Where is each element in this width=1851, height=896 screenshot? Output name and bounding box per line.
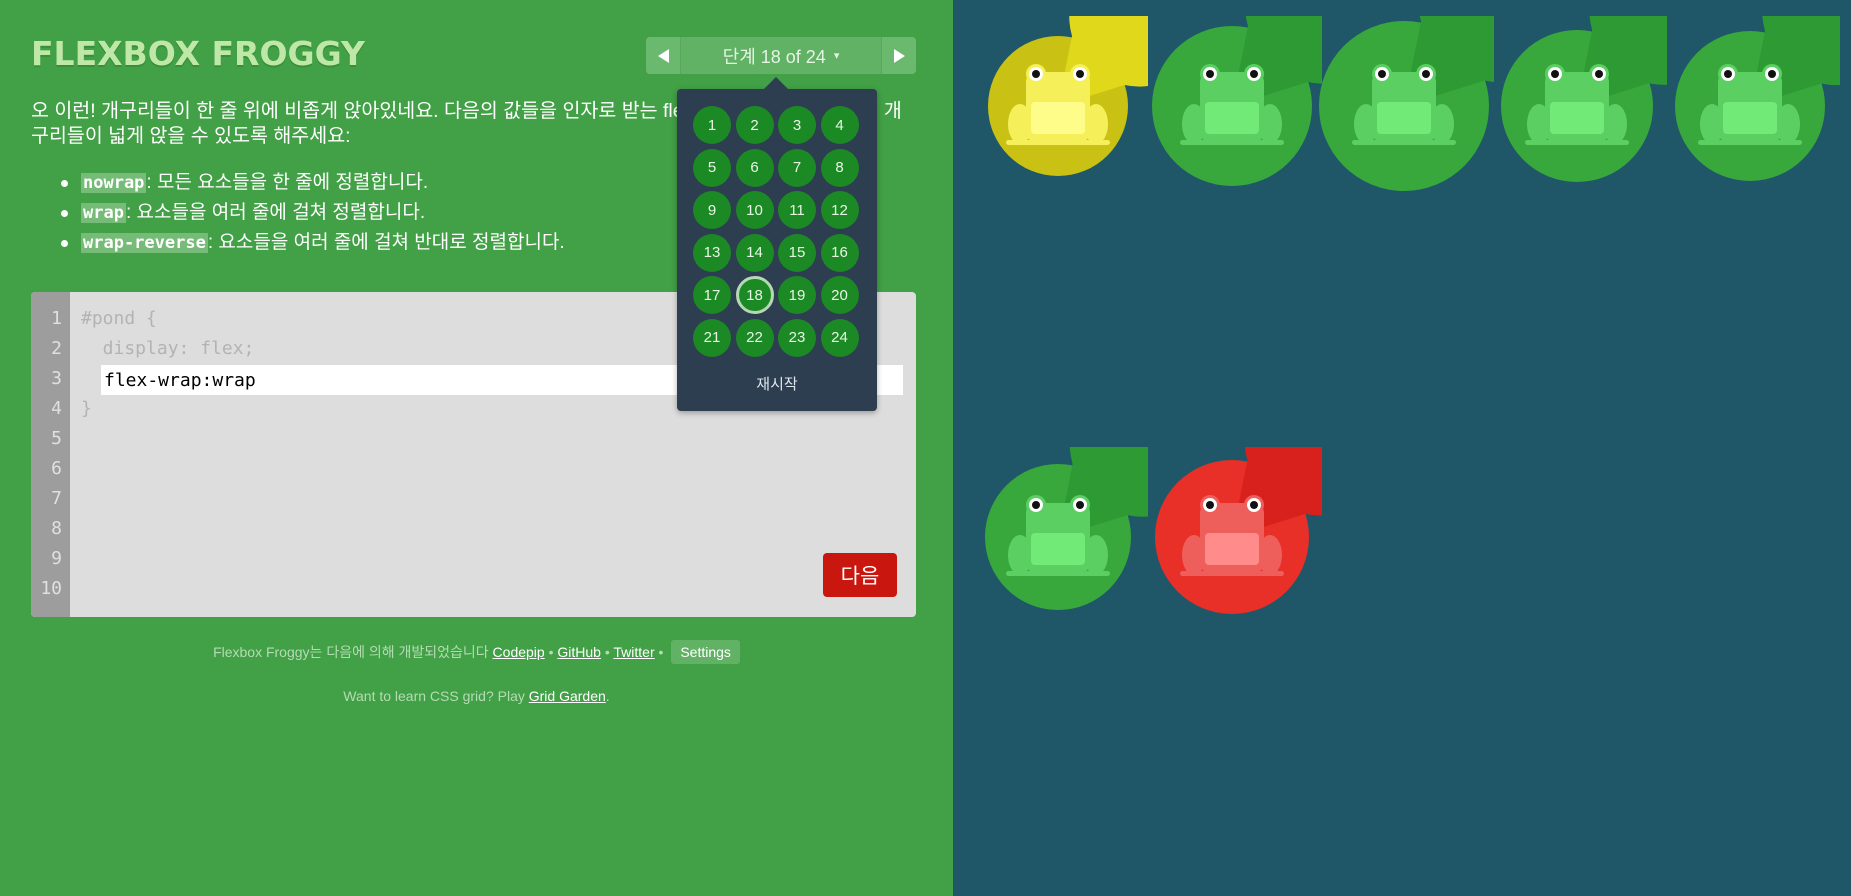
- level-button-7[interactable]: 7: [778, 148, 816, 187]
- credits: Flexbox Froggy는 다음에 의해 개발되었습니다 Codepip •…: [0, 640, 953, 664]
- level-button-3[interactable]: 3: [778, 106, 816, 144]
- rules-list: nowrap: 모든 요소들을 한 줄에 정렬합니다. wrap: 요소들을 여…: [31, 168, 565, 258]
- rule-keyword: nowrap: [81, 173, 147, 193]
- level-button-6[interactable]: 6: [735, 148, 774, 187]
- promo-end: .: [605, 688, 610, 704]
- level-button-11[interactable]: 11: [778, 191, 816, 229]
- level-button-1[interactable]: 1: [693, 106, 731, 144]
- frog-on-lilypad-yellow: [988, 16, 1148, 176]
- settings-button[interactable]: Settings: [671, 640, 740, 664]
- level-button-22[interactable]: 22: [735, 318, 774, 357]
- level-button-9[interactable]: 9: [693, 191, 731, 229]
- rule-keyword: wrap-reverse: [81, 233, 208, 253]
- triangle-left-icon: [657, 48, 669, 63]
- level-button-4[interactable]: 4: [820, 106, 859, 144]
- level-button-12[interactable]: 12: [820, 191, 859, 229]
- rule-keyword: wrap: [81, 203, 126, 223]
- frog-on-lilypad-red: [1155, 447, 1322, 614]
- rule-description: : 요소들을 여러 줄에 걸쳐 반대로 정렬합니다.: [207, 232, 565, 253]
- frog-on-lilypad-green: [985, 447, 1148, 610]
- level-button-19[interactable]: 19: [778, 276, 816, 314]
- level-button-20[interactable]: 20: [820, 276, 859, 314]
- code-line-closing-brace: }: [81, 398, 92, 419]
- next-button[interactable]: 다음: [823, 553, 897, 597]
- level-button-2[interactable]: 2: [735, 106, 774, 144]
- separator: •: [548, 644, 554, 660]
- line-number: 3: [51, 368, 62, 389]
- level-button-14[interactable]: 14: [735, 233, 774, 272]
- code-line-selector: #pond {: [81, 308, 157, 329]
- level-label: 단계 18 of 24: [722, 46, 826, 67]
- app-title: FLEXBOX FROGGY: [31, 34, 365, 73]
- frog-on-lilypad-green: [1152, 16, 1322, 186]
- line-number: 7: [51, 488, 62, 509]
- level-button-5[interactable]: 5: [693, 148, 731, 187]
- frog-on-lilypad-green: [1675, 16, 1840, 181]
- line-number: 6: [51, 458, 62, 479]
- github-link[interactable]: GitHub: [557, 644, 601, 660]
- level-navigation: 단계 18 of 24 ▾: [646, 37, 916, 74]
- levels-popup: 1 2 3 4 5 6 7 8 9 10 11 12 13 14 15 16 17 18 19 20 21 22 23 24 재…: [677, 77, 877, 411]
- separator: •: [658, 644, 664, 660]
- line-number-gutter: 1 2 3 4 5 6 7 8 9 10: [31, 292, 70, 617]
- line-number: 8: [51, 518, 62, 539]
- level-button-17[interactable]: 17: [693, 276, 731, 314]
- rule-description: : 모든 요소들을 한 줄에 정렬합니다.: [146, 172, 429, 193]
- grid-garden-link[interactable]: Grid Garden: [529, 688, 606, 704]
- previous-level-button[interactable]: [646, 37, 681, 74]
- frog-on-lilypad-green: [1319, 16, 1494, 191]
- rule-item: wrap-reverse: 요소들을 여러 줄에 걸쳐 반대로 정렬합니다.: [61, 228, 565, 258]
- next-level-button[interactable]: [881, 37, 916, 74]
- sidebar: FLEXBOX FROGGY 단계 18 of 24 ▾ 오 이런! 개구리들이…: [0, 0, 953, 896]
- triangle-right-icon: [893, 48, 905, 63]
- rule-item: wrap: 요소들을 여러 줄에 걸쳐 정렬합니다.: [61, 198, 565, 228]
- line-number: 2: [51, 338, 62, 359]
- level-button-18[interactable]: 18: [735, 276, 774, 314]
- level-button-24[interactable]: 24: [820, 318, 859, 357]
- twitter-link[interactable]: Twitter: [613, 644, 654, 660]
- level-button-23[interactable]: 23: [778, 318, 816, 357]
- line-number: 1: [51, 308, 62, 329]
- credits-text: Flexbox Froggy는 다음에 의해 개발되었습니다: [213, 644, 489, 660]
- line-number: 10: [40, 578, 62, 599]
- grid-garden-promo: Want to learn CSS grid? Play Grid Garden…: [0, 688, 953, 704]
- pond: [953, 0, 1851, 896]
- promo-text: Want to learn CSS grid? Play: [343, 688, 525, 704]
- rule-item: nowrap: 모든 요소들을 한 줄에 정렬합니다.: [61, 168, 565, 198]
- level-button-8[interactable]: 8: [820, 148, 859, 187]
- level-button-15[interactable]: 15: [778, 233, 816, 272]
- reset-link[interactable]: 재시작: [677, 373, 877, 394]
- caret-down-icon: ▾: [833, 50, 840, 62]
- line-number: 9: [51, 548, 62, 569]
- codepip-link[interactable]: Codepip: [493, 644, 545, 660]
- frog-on-lilypad-green: [1501, 16, 1667, 182]
- line-number: 5: [51, 428, 62, 449]
- rule-description: : 요소들을 여러 줄에 걸쳐 정렬합니다.: [125, 202, 426, 223]
- line-number: 4: [51, 398, 62, 419]
- level-indicator[interactable]: 단계 18 of 24 ▾: [680, 37, 882, 74]
- level-button-16[interactable]: 16: [820, 233, 859, 272]
- code-line-display: display: flex;: [81, 338, 255, 359]
- level-button-13[interactable]: 13: [693, 233, 731, 272]
- separator: •: [604, 644, 610, 660]
- level-button-21[interactable]: 21: [693, 318, 731, 357]
- level-button-10[interactable]: 10: [735, 191, 774, 229]
